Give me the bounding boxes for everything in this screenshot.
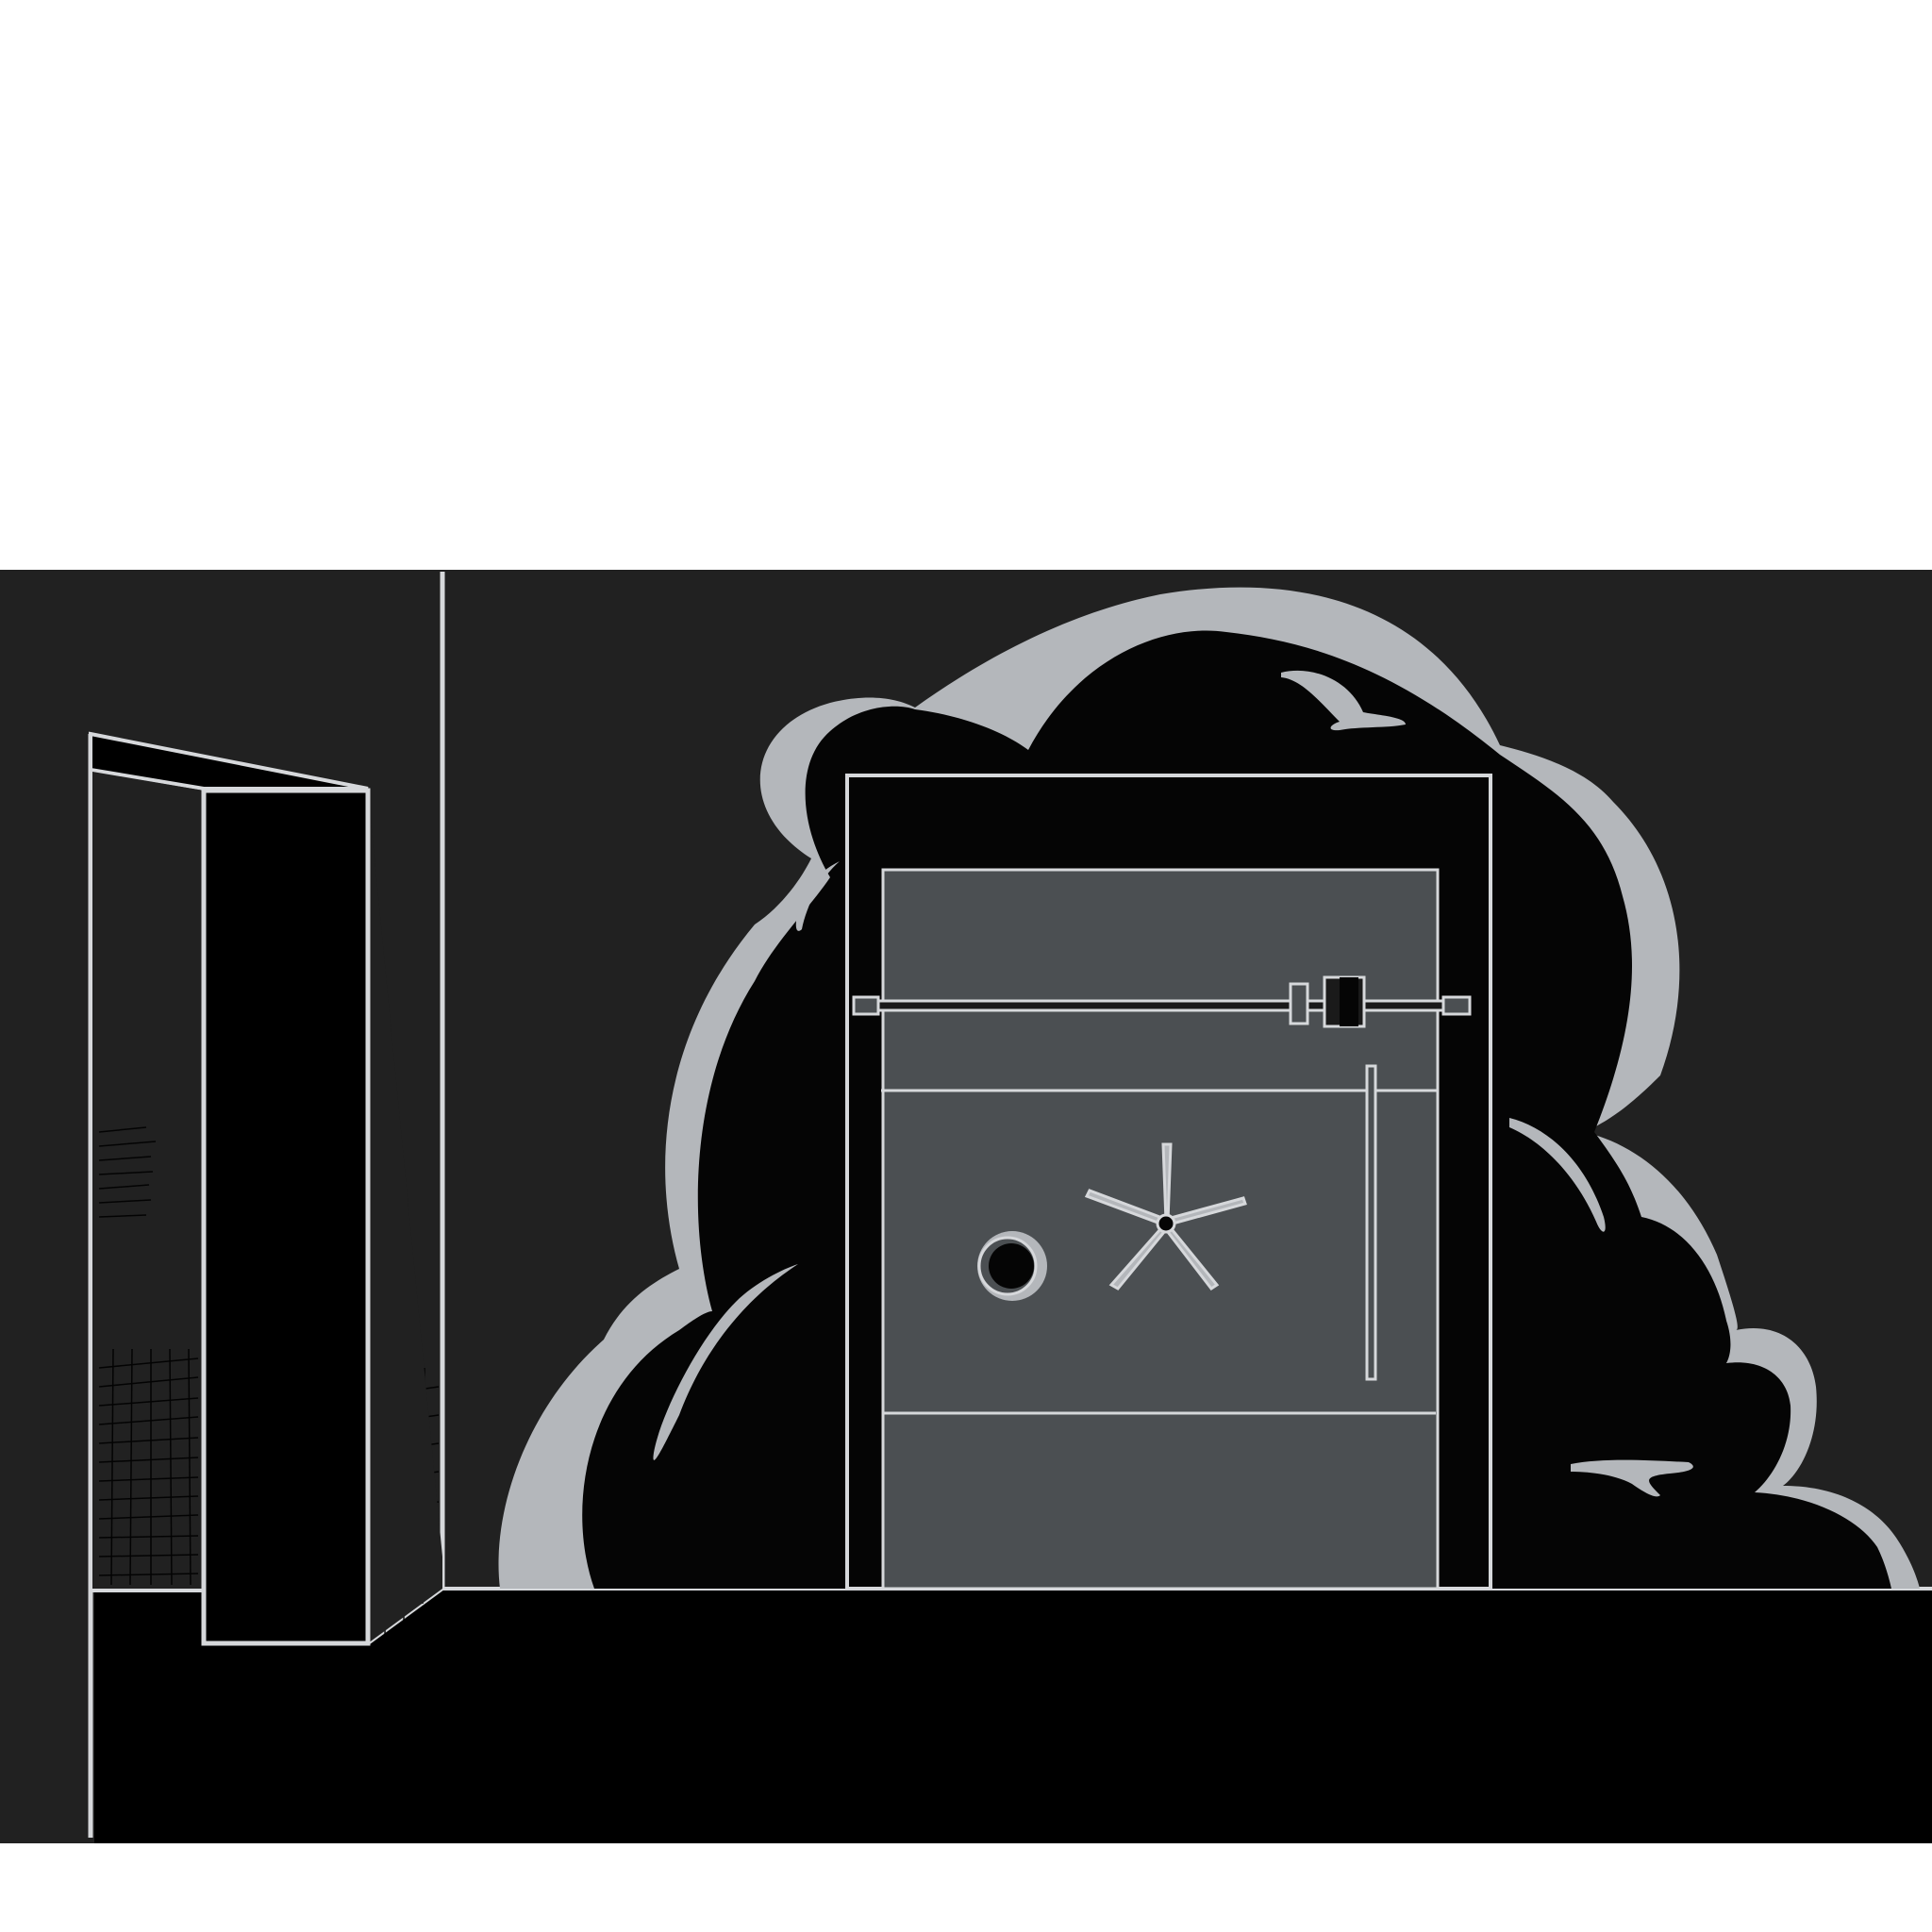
vault-scene xyxy=(0,0,1932,1932)
combination-dial xyxy=(977,1231,1047,1301)
vault-door xyxy=(845,774,1492,1591)
top-blank-area xyxy=(0,0,1932,570)
bottom-blank-area xyxy=(0,1843,1932,1932)
vertical-handle xyxy=(1365,1064,1377,1381)
left-floor-strip xyxy=(0,1591,94,1843)
